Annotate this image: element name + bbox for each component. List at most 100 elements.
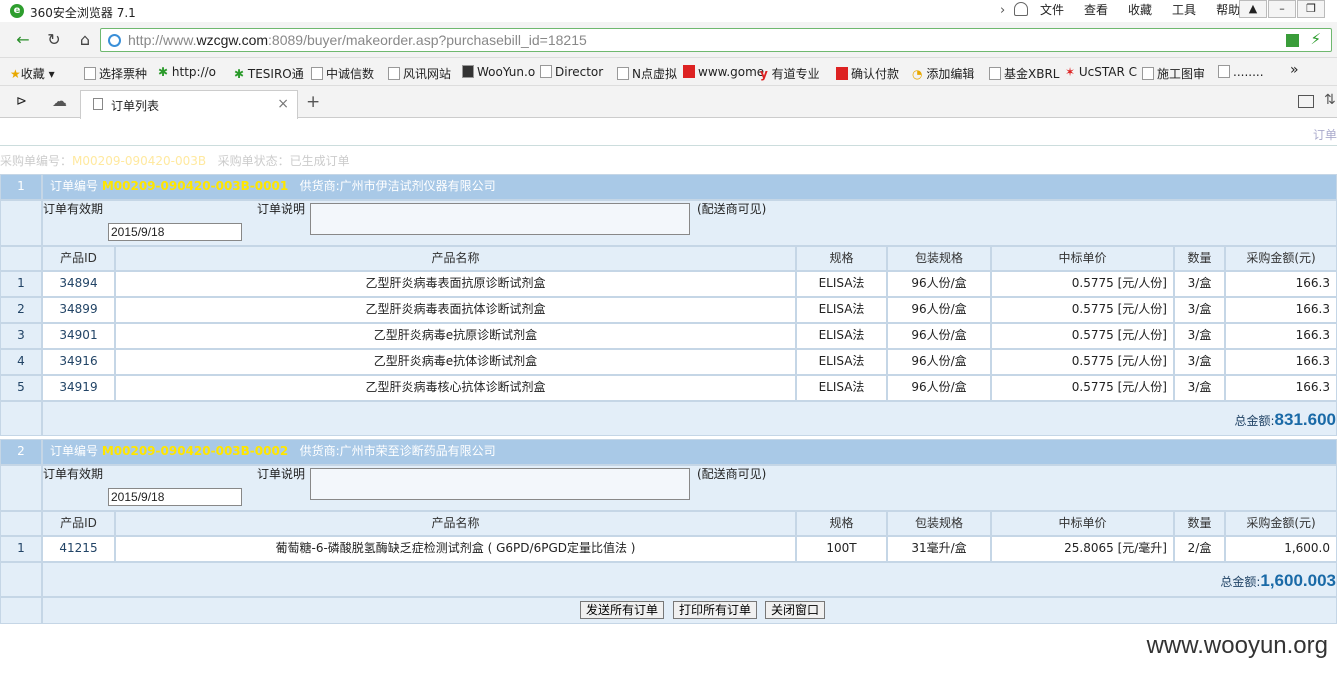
description-textarea[interactable]: [310, 203, 690, 235]
product-pack: 96人份/盒: [887, 271, 991, 297]
tab-order-list[interactable]: 订单列表 ×: [80, 90, 298, 119]
col-qty: 数量: [1174, 511, 1225, 536]
reload-button[interactable]: ↻: [43, 29, 65, 51]
bookmark-item[interactable]: 施工图审: [1142, 65, 1205, 82]
order-title: 订单编号 M00209-090420-003B-0002 供货商:广州市荣至诊断…: [42, 439, 1337, 465]
row-number: 4: [0, 349, 42, 375]
product-pack: 96人份/盒: [887, 323, 991, 349]
maximize-button[interactable]: ❐: [1297, 0, 1325, 18]
col-spec: 规格: [796, 511, 887, 536]
col-price: 中标单价: [991, 511, 1174, 536]
bookmark-item[interactable]: 基金XBRL: [989, 65, 1059, 82]
row-number: 2: [0, 297, 42, 323]
product-pack: 96人份/盒: [887, 375, 991, 401]
tab-label: 订单列表: [111, 99, 160, 113]
action-row: [0, 597, 1337, 624]
product-amount: 166.3: [1225, 271, 1337, 297]
pay-icon: [836, 67, 848, 80]
column-header-row: 产品ID 产品名称 规格 包装规格 中标单价 数量 采购金额(元): [0, 246, 1337, 271]
row-number: 1: [0, 271, 42, 297]
page-icon: [311, 67, 323, 80]
skin-button[interactable]: ▲: [1239, 0, 1267, 18]
col-index: [0, 511, 42, 536]
col-product-id: 产品ID: [42, 511, 115, 536]
row-number: 3: [0, 323, 42, 349]
bookmark-item[interactable]: ✶ UcSTAR C: [1065, 65, 1137, 79]
product-id: 34919: [42, 375, 115, 401]
tab-list-icon[interactable]: [1298, 95, 1314, 108]
bookmark-item[interactable]: WooYun.o: [462, 65, 535, 79]
back-button[interactable]: ←: [12, 29, 34, 51]
product-qty: 3/盒: [1174, 375, 1225, 401]
purchase-bill-info: 采购单编号：M00209-090420-003B 采购单状态：已生成订单: [0, 154, 350, 168]
bookmark-item[interactable]: N点虚拟: [617, 65, 677, 82]
close-tab-icon[interactable]: ×: [277, 96, 289, 112]
close-window-button[interactable]: 关闭窗口: [765, 601, 826, 619]
product-amount: 1,600.0: [1225, 536, 1337, 562]
chevron-right-icon[interactable]: ›: [1000, 3, 1005, 18]
star-icon: ★: [10, 67, 21, 81]
bookmark-item[interactable]: Director: [540, 65, 603, 79]
qrcode-icon[interactable]: [1286, 34, 1299, 47]
validity-input[interactable]: 2015/9/18: [108, 223, 242, 241]
cloud-icon[interactable]: ☁: [52, 92, 67, 110]
col-price: 中标单价: [991, 246, 1174, 271]
rss-icon: ◔: [912, 67, 923, 81]
menu-view[interactable]: 查看: [1074, 2, 1118, 18]
description-textarea[interactable]: [310, 468, 690, 500]
lightning-icon[interactable]: ⚡: [1310, 30, 1321, 48]
send-all-orders-button[interactable]: 发送所有订单: [580, 601, 665, 619]
product-spec: ELISA法: [796, 323, 887, 349]
bookmark-item[interactable]: 中诚信数: [311, 65, 374, 82]
menu-file[interactable]: 文件: [1030, 2, 1074, 18]
row-number: 1: [0, 536, 42, 562]
bookmark-item[interactable]: ✱ http://o: [158, 65, 216, 79]
minimize-button[interactable]: –: [1268, 0, 1296, 18]
new-tab-button[interactable]: +: [306, 92, 320, 112]
sidebar-toggle-icon[interactable]: ⊳: [16, 94, 27, 109]
bookmark-item[interactable]: 风讯网站: [388, 65, 451, 82]
user-icon[interactable]: [1014, 2, 1028, 16]
total-area: 总金额:1,600.003: [42, 562, 1337, 597]
menu-favorites[interactable]: 收藏: [1118, 2, 1162, 18]
home-button[interactable]: ⌂: [74, 29, 96, 51]
validity-input[interactable]: 2015/9/18: [108, 488, 242, 506]
page-icon: [1218, 65, 1230, 78]
visible-note: (配送商可见): [697, 467, 767, 481]
order-total-row: 总金额:1,600.003: [0, 562, 1337, 597]
col-amount: 采购金额(元): [1225, 511, 1337, 536]
bookmark-item[interactable]: 选择票种: [84, 65, 147, 82]
page-content: 订单 采购单编号：M00209-090420-003B 采购单状态：已生成订单 …: [0, 119, 1337, 676]
col-product-id: 产品ID: [42, 246, 115, 271]
bookmark-item[interactable]: ✱ TESIRO通: [234, 65, 304, 82]
row-number: 5: [0, 375, 42, 401]
product-name: 乙型肝炎病毒核心抗体诊断试剂盒: [115, 375, 796, 401]
product-price: 0.5775 [元/人份]: [991, 323, 1174, 349]
menu-tools[interactable]: 工具: [1162, 2, 1206, 18]
table-row: 2 34899 乙型肝炎病毒表面抗体诊断试剂盒 ELISA法 96人份/盒 0.5775 …: [0, 297, 1337, 323]
order-total-row: 总金额:831.600: [0, 401, 1337, 436]
bookmark-item[interactable]: y 有道专业: [760, 65, 820, 82]
product-qty: 3/盒: [1174, 349, 1225, 375]
address-toolbar: ← ↻ ⌂ http://www.wzcgw.com:8089/buyer/ma…: [0, 22, 1337, 58]
product-qty: 3/盒: [1174, 323, 1225, 349]
product-name: 乙型肝炎病毒表面抗体诊断试剂盒: [115, 297, 796, 323]
more-bookmarks-icon[interactable]: »: [1290, 62, 1299, 78]
restore-icon[interactable]: ⇅: [1324, 92, 1336, 108]
description-label: 订单说明: [257, 202, 306, 216]
bookmark-item[interactable]: ........: [1218, 65, 1264, 79]
print-all-orders-button[interactable]: 打印所有订单: [673, 601, 758, 619]
page-icon: [989, 67, 1001, 80]
product-pack: 96人份/盒: [887, 349, 991, 375]
bookmark-item[interactable]: 确认付款: [836, 65, 899, 82]
url-field[interactable]: http://www.wzcgw.com:8089/buyer/makeorde…: [100, 28, 1332, 52]
product-spec: ELISA法: [796, 297, 887, 323]
bookmark-favorites[interactable]: ★收藏 ▾: [10, 65, 55, 82]
ucstar-icon: ✶: [1065, 65, 1076, 79]
order-index: 1: [0, 174, 42, 200]
product-id: 34901: [42, 323, 115, 349]
product-pack: 31毫升/盒: [887, 536, 991, 562]
bookmark-item[interactable]: www.gome: [683, 65, 764, 79]
bookmark-item[interactable]: ◔ 添加编辑: [912, 65, 974, 82]
product-name: 乙型肝炎病毒e抗原诊断试剂盒: [115, 323, 796, 349]
